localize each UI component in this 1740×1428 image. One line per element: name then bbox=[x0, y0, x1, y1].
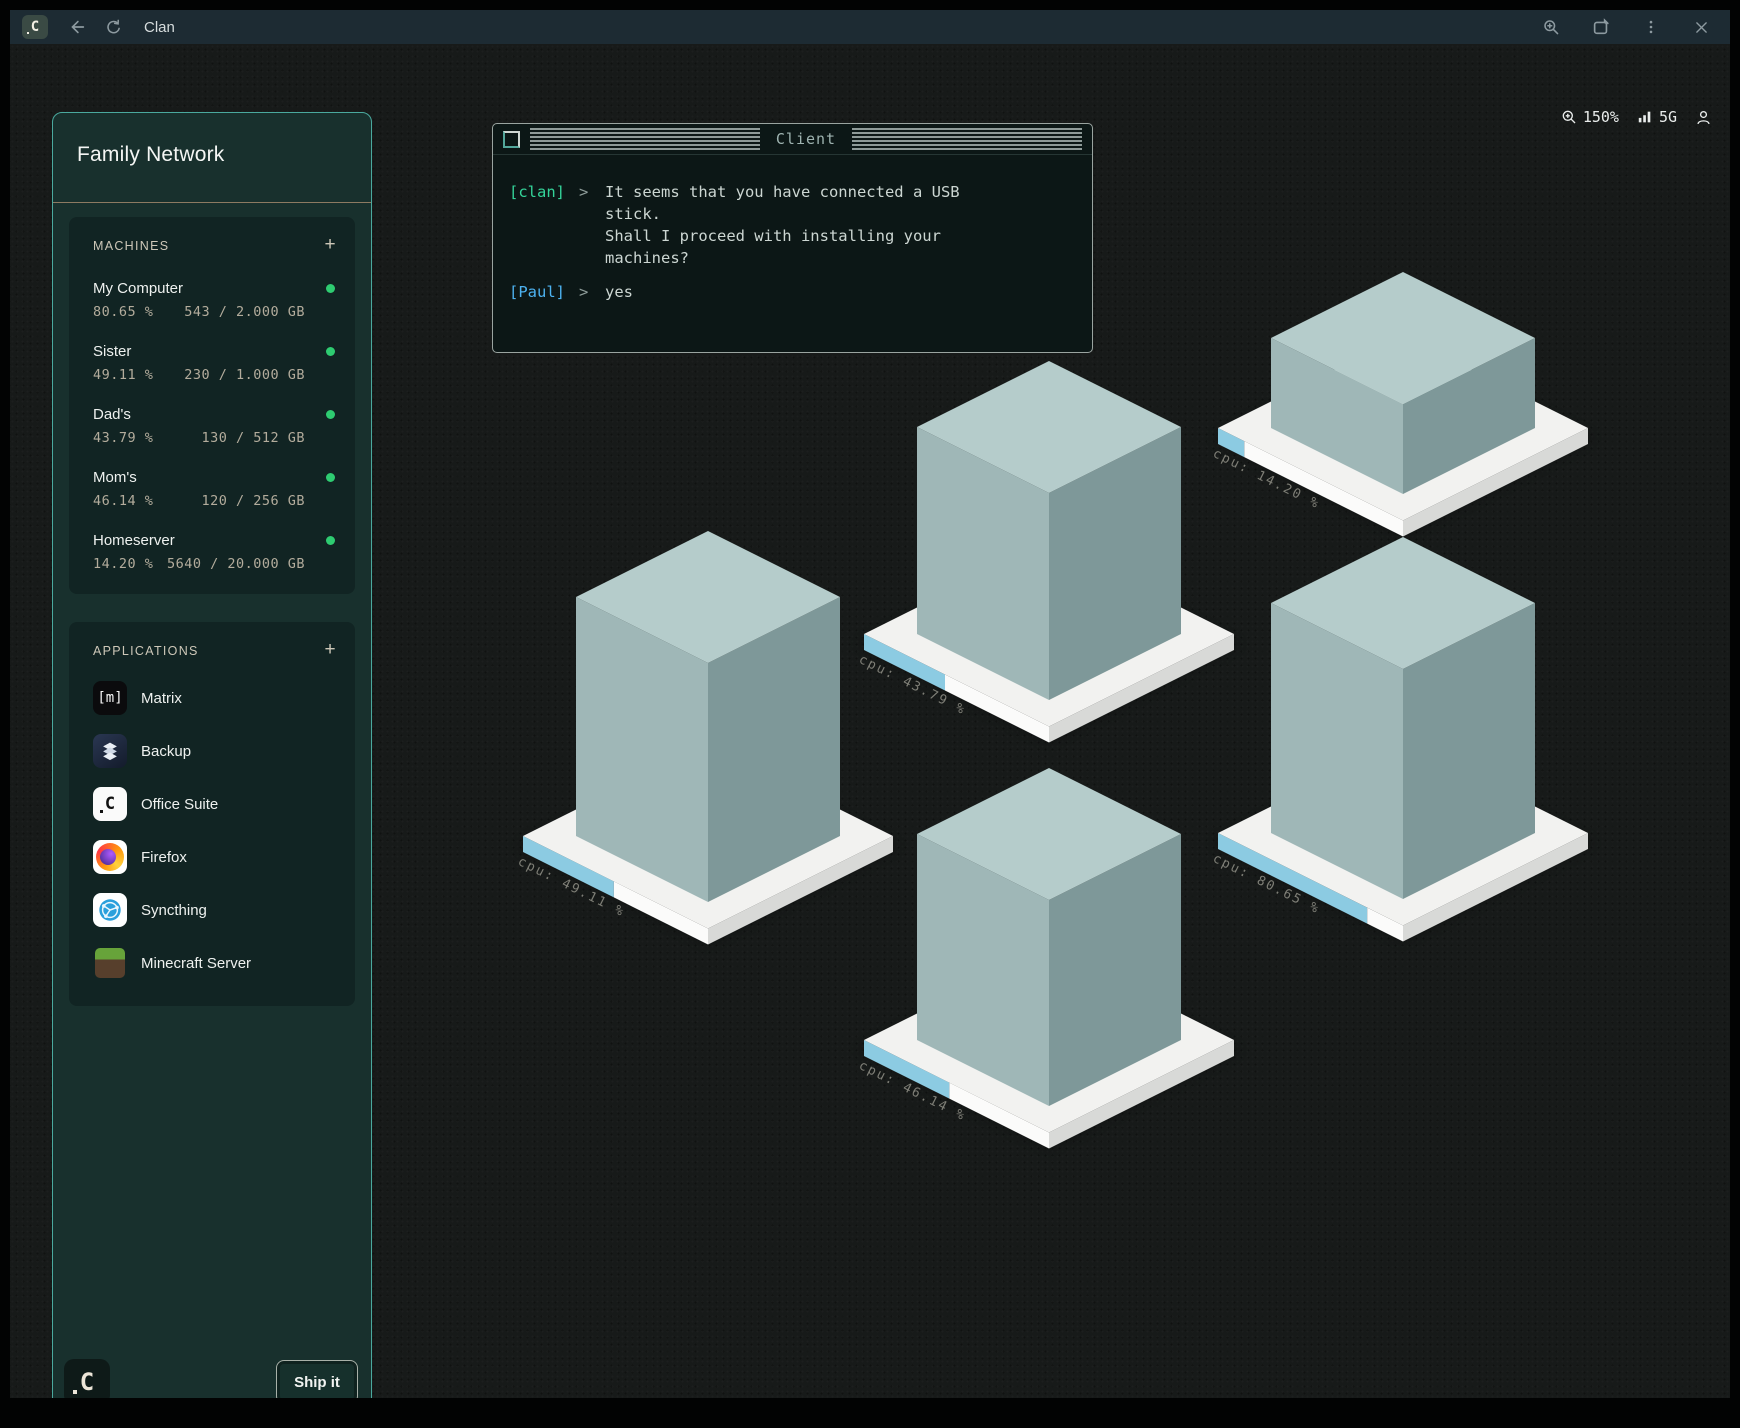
close-icon[interactable] bbox=[1690, 16, 1712, 38]
ship-it-button[interactable]: Ship it bbox=[276, 1360, 358, 1398]
machine-cube[interactable]: cpu: 80.65 % bbox=[1210, 537, 1592, 942]
online-status-dot bbox=[326, 473, 335, 482]
machine-row-moms[interactable]: Mom's 46.14 % 120 / 256 GB bbox=[93, 469, 341, 509]
app-row-minecraft-server[interactable]: Minecraft Server bbox=[93, 946, 341, 980]
machine-mem: 120 / 256 GB bbox=[201, 493, 305, 509]
online-status-dot bbox=[326, 536, 335, 545]
prompt-chevron: > bbox=[579, 181, 605, 269]
machine-name: My Computer bbox=[93, 280, 183, 297]
sidebar-header: Family Network bbox=[53, 113, 371, 203]
machine-name: Mom's bbox=[93, 469, 137, 486]
machine-cube[interactable]: cpu: 49.11 % bbox=[515, 531, 897, 945]
clan-logo-icon: C bbox=[22, 15, 48, 39]
titlebar: C Clan bbox=[10, 10, 1730, 44]
sidebar: Family Network MACHINES + My Computer 80… bbox=[52, 112, 372, 1398]
network-type: 5G bbox=[1659, 108, 1677, 126]
machine-mem: 5640 / 20.000 GB bbox=[167, 556, 305, 572]
user-icon[interactable] bbox=[1695, 109, 1712, 126]
tab-overview-icon[interactable] bbox=[1590, 16, 1612, 38]
page-title: Clan bbox=[144, 19, 1540, 36]
office-suite-icon: C bbox=[93, 787, 127, 821]
network-title: Family Network bbox=[77, 143, 371, 167]
zoom-level-icon bbox=[1561, 109, 1578, 126]
reload-icon[interactable] bbox=[102, 16, 124, 38]
client-dialog: Client [clan] > It seems that you have c… bbox=[492, 123, 1093, 353]
machine-cube[interactable]: cpu: 14.20 % bbox=[1210, 272, 1592, 537]
titlebar-stripes-right bbox=[852, 128, 1082, 150]
machine-mem: 130 / 512 GB bbox=[201, 430, 305, 446]
machine-row-dads[interactable]: Dad's 43.79 % 130 / 512 GB bbox=[93, 406, 341, 446]
machine-name: Homeserver bbox=[93, 532, 175, 549]
back-icon[interactable] bbox=[66, 16, 88, 38]
applications-panel: APPLICATIONS + [m] Matrix bbox=[69, 622, 355, 1006]
app-row-office-suite[interactable]: C Office Suite bbox=[93, 787, 341, 821]
machine-cpu: 80.65 % bbox=[93, 304, 153, 320]
machine-cpu: 46.14 % bbox=[93, 493, 153, 509]
zoom-page-icon[interactable] bbox=[1540, 16, 1562, 38]
applications-header: APPLICATIONS bbox=[93, 644, 199, 658]
sender-paul: [Paul] bbox=[509, 281, 579, 303]
online-status-dot bbox=[326, 410, 335, 419]
machine-row-homeserver[interactable]: Homeserver 14.20 % 5640 / 20.000 GB bbox=[93, 532, 341, 572]
menu-kebab-icon[interactable] bbox=[1640, 16, 1662, 38]
add-application-button[interactable]: + bbox=[319, 640, 341, 662]
dialog-close-box[interactable] bbox=[503, 131, 520, 148]
machine-cube[interactable]: cpu: 46.14 % bbox=[856, 768, 1238, 1149]
minecraft-icon bbox=[93, 946, 127, 980]
signal-bars-icon bbox=[1637, 109, 1653, 125]
machines-header: MACHINES bbox=[93, 239, 169, 253]
machine-cpu: 43.79 % bbox=[93, 430, 153, 446]
dialog-title: Client bbox=[776, 130, 836, 148]
clan-logo: C bbox=[64, 1359, 110, 1398]
machine-mem: 230 / 1.000 GB bbox=[184, 367, 305, 383]
sender-clan: [clan] bbox=[509, 181, 579, 269]
online-status-dot bbox=[326, 347, 335, 356]
machines-panel: MACHINES + My Computer 80.65 % 543 / 2.0… bbox=[69, 217, 355, 594]
backup-icon bbox=[93, 734, 127, 768]
machine-row-my-computer[interactable]: My Computer 80.65 % 543 / 2.000 GB bbox=[93, 280, 341, 320]
chat-message: [Paul] > yes bbox=[509, 281, 1092, 303]
client-dialog-titlebar[interactable]: Client bbox=[493, 124, 1092, 155]
message-text: yes bbox=[605, 281, 1092, 303]
machine-row-sister[interactable]: Sister 49.11 % 230 / 1.000 GB bbox=[93, 343, 341, 383]
status-indicators: 150% 5G bbox=[1561, 108, 1712, 126]
prompt-chevron: > bbox=[579, 281, 605, 303]
machine-mem: 543 / 2.000 GB bbox=[184, 304, 305, 320]
machine-name: Dad's bbox=[93, 406, 131, 423]
online-status-dot bbox=[326, 284, 335, 293]
machine-cube[interactable]: cpu: 43.79 % bbox=[856, 361, 1238, 743]
message-text: It seems that you have connected a USB s… bbox=[605, 181, 1092, 269]
chat-log: [clan] > It seems that you have connecte… bbox=[493, 155, 1092, 303]
app-row-syncthing[interactable]: Syncthing bbox=[93, 893, 341, 927]
machine-cpu: 49.11 % bbox=[93, 367, 153, 383]
machine-cpu: 14.20 % bbox=[93, 556, 153, 572]
add-machine-button[interactable]: + bbox=[319, 235, 341, 257]
firefox-icon bbox=[93, 840, 127, 874]
chat-message: [clan] > It seems that you have connecte… bbox=[509, 181, 1092, 269]
syncthing-icon bbox=[93, 893, 127, 927]
app-row-backup[interactable]: Backup bbox=[93, 734, 341, 768]
app-row-firefox[interactable]: Firefox bbox=[93, 840, 341, 874]
main-canvas: cpu: 14.20 %cpu: 43.79 %cpu: 80.65 %cpu:… bbox=[10, 44, 1730, 1398]
app-row-matrix[interactable]: [m] Matrix bbox=[93, 681, 341, 715]
matrix-icon: [m] bbox=[93, 681, 127, 715]
app-window: C Clan bbox=[10, 10, 1730, 1398]
titlebar-stripes-left bbox=[530, 128, 760, 150]
machine-name: Sister bbox=[93, 343, 131, 360]
zoom-level: 150% bbox=[1583, 108, 1619, 126]
